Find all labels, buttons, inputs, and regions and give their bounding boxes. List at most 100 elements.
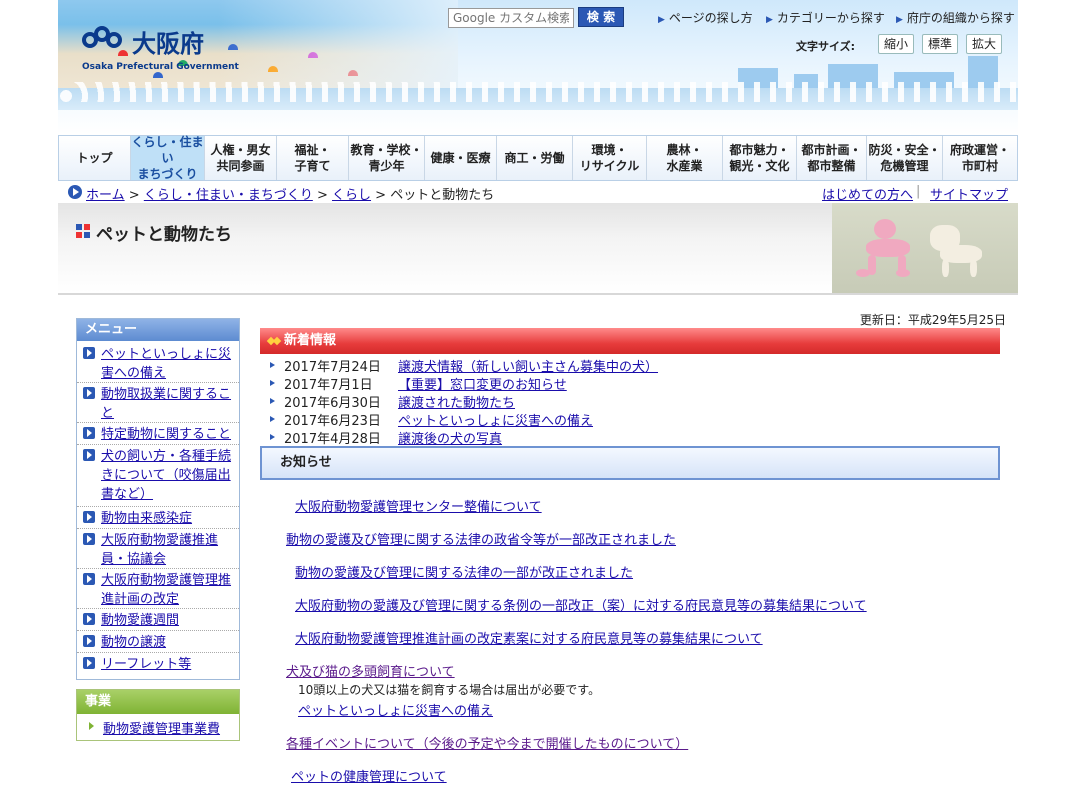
arrow-icon (83, 573, 95, 585)
link-organization[interactable]: ▶ 府庁の組織から探す (896, 9, 1015, 26)
title-squares-icon (76, 224, 90, 238)
notice-link-law-revision[interactable]: 動物の愛護及び管理に関する法律の一部が改正されました (295, 562, 633, 581)
nav-environment[interactable]: 環境・ リサイクル (573, 136, 647, 180)
bullet-icon (270, 398, 275, 404)
notice-link-events[interactable]: 各種イベントについて（今後の予定や今まで開催したものについて） (286, 733, 688, 752)
nav-urban-planning[interactable]: 都市計画・ 都市整備 (797, 136, 867, 180)
bullet-icon (270, 362, 275, 368)
arrow-icon (83, 449, 95, 461)
news-link[interactable]: ペットといっしょに災害への備え (398, 410, 593, 429)
osaka-emblem-icon (82, 26, 130, 54)
triangle-icon (89, 722, 94, 730)
menu-item-adoption[interactable]: 動物の譲渡 (77, 631, 239, 653)
breadcrumb-home[interactable]: ホーム (86, 188, 125, 203)
business-item-link[interactable]: 動物愛護管理事業費 (77, 718, 239, 737)
menu-item-dog-procedures[interactable]: 犬の飼い方・各種手続きについて（咬傷届出書など） (77, 445, 239, 507)
menu-item-leaflets[interactable]: リーフレット等 (77, 653, 239, 677)
font-standard-button[interactable]: 標準 (922, 34, 958, 54)
news-item: 2017年7月24日 譲渡犬情報（新しい飼い主さん募集中の犬） (270, 356, 1000, 375)
news-header: 新着情報 (260, 328, 1000, 354)
breadcrumb-living[interactable]: くらし・住まい・まちづくり (144, 188, 313, 203)
bullet-icon (270, 416, 275, 422)
bullet-icon (270, 380, 275, 386)
menu-item-specific-animals[interactable]: 特定動物に関すること (77, 423, 239, 445)
menu-item-zoonosis[interactable]: 動物由来感染症 (77, 507, 239, 529)
pet-figurines-image (832, 203, 1018, 293)
arrow-icon (83, 657, 95, 669)
font-size-controls: 文字サイズ: 縮小 標準 拡大 (796, 34, 1018, 56)
notice-link-public-comment-plan[interactable]: 大阪府動物愛護管理推進計画の改定素案に対する府民意見等の募集結果について (295, 628, 763, 647)
link-category[interactable]: ▶ カテゴリーから探す (766, 9, 885, 26)
font-larger-button[interactable]: 拡大 (966, 34, 1002, 54)
notice-link-health[interactable]: ペットの健康管理について (291, 766, 447, 785)
news-item: 2017年6月23日 ペットといっしょに災害への備え (270, 410, 1000, 429)
sitemap-link[interactable]: サイトマップ (930, 184, 1008, 203)
bullet-icon (270, 434, 275, 440)
page-title-band: ペットと動物たち (58, 203, 1018, 295)
arrow-icon (83, 613, 95, 625)
menu-item-promoters[interactable]: 大阪府動物愛護推進員・協議会 (77, 529, 239, 569)
logo-subtext: Osaka Prefectural Government (82, 62, 239, 72)
notice-link-public-comment-ordinance[interactable]: 大阪府動物の愛護及び管理に関する条例の一部改正（案）に対する府民意見等の募集結果… (295, 595, 867, 614)
news-link[interactable]: 譲渡された動物たち (398, 392, 515, 411)
nav-living[interactable]: くらし・住まい まちづくり (131, 135, 205, 181)
side-menu-title: メニュー (77, 319, 239, 341)
menu-item-welfare-week[interactable]: 動物愛護週間 (77, 609, 239, 631)
link-page-guide[interactable]: ▶ ページの探し方 (658, 9, 753, 26)
notice-link-ordinance-revision[interactable]: 動物の愛護及び管理に関する法律の政省令等が一部改正されました (286, 529, 676, 548)
news-item: 2017年6月30日 譲渡された動物たち (270, 392, 1000, 411)
page-title: ペットと動物たち (96, 225, 232, 245)
logo-text: 大阪府 (132, 30, 204, 58)
header-banner: 大阪府 Osaka Prefectural Government 検 索 ▶ペー… (58, 0, 1018, 134)
nav-top[interactable]: トップ (59, 136, 131, 180)
arrow-icon (83, 635, 95, 647)
breadcrumb-arrow-icon (68, 185, 82, 199)
arrow-icon: ▶ (658, 15, 665, 25)
notice-link-multi-pet[interactable]: 犬及び猫の多頭飼育について (286, 661, 455, 680)
menu-item-disaster[interactable]: ペットといっしょに災害への備え (77, 343, 239, 383)
arrow-icon (83, 427, 95, 439)
nav-welfare[interactable]: 福祉・ 子育て (277, 136, 349, 180)
nav-disaster[interactable]: 防災・安全・ 危機管理 (867, 136, 943, 180)
search-input[interactable] (448, 8, 574, 28)
diamond-icon (266, 336, 282, 346)
news-item: 2017年7月1日 【重要】窓口変更のお知らせ (270, 374, 1000, 393)
side-menu: メニュー ペットといっしょに災害への備え 動物取扱業に関すること 特定動物に関す… (76, 318, 240, 680)
nav-education[interactable]: 教育・学校・ 青少年 (349, 136, 425, 180)
arrow-icon (83, 511, 95, 523)
nav-human-rights[interactable]: 人権・男女 共同参画 (205, 136, 277, 180)
breadcrumb-current: ペットと動物たち (390, 188, 495, 203)
menu-item-plan-revision[interactable]: 大阪府動物愛護管理推進計画の改定 (77, 569, 239, 609)
breadcrumb: ホーム > くらし・住まい・まちづくり > くらし > ペットと動物たち (68, 184, 628, 203)
menu-item-animal-business[interactable]: 動物取扱業に関すること (77, 383, 239, 423)
news-link[interactable]: 譲渡後の犬の写真 (398, 428, 502, 447)
business-title: 事業 (77, 690, 239, 714)
notice-header: お知らせ (260, 446, 1000, 480)
page: 大阪府 Osaka Prefectural Government 検 索 ▶ペー… (58, 0, 1018, 791)
breadcrumb-kurashi[interactable]: くらし (332, 188, 371, 203)
business-box: 事業 動物愛護管理事業費 (76, 689, 240, 741)
first-time-link[interactable]: はじめての方へ (822, 184, 913, 203)
arrow-icon: ▶ (766, 15, 773, 25)
nav-tourism[interactable]: 都市魅力・ 観光・文化 (723, 136, 797, 180)
updated-date: 更新日：平成29年5月25日 (859, 313, 1006, 327)
arrow-icon (83, 533, 95, 545)
news-link[interactable]: 譲渡犬情報（新しい飼い主さん募集中の犬） (398, 356, 658, 375)
arrow-icon (83, 347, 95, 359)
nav-commerce[interactable]: 商工・労働 (497, 136, 573, 180)
notice-note: 10頭以上の犬又は猫を飼育する場合は届出が必要です。 (298, 683, 601, 697)
search-button[interactable]: 検 索 (578, 7, 624, 27)
nav-agriculture[interactable]: 農林・ 水産業 (647, 136, 723, 180)
nav-health[interactable]: 健康・医療 (425, 136, 497, 180)
arrow-icon: ▶ (896, 15, 903, 25)
font-size-label: 文字サイズ: (796, 40, 856, 53)
global-nav: トップ くらし・住まい まちづくり 人権・男女 共同参画 福祉・ 子育て 教育・学校・… (58, 135, 1018, 181)
font-smaller-button[interactable]: 縮小 (878, 34, 914, 54)
nav-government[interactable]: 府政運営・ 市町村 (943, 136, 1017, 180)
help-links: はじめての方へ | サイトマップ (822, 184, 1009, 203)
notice-link-disaster[interactable]: ペットといっしょに災害への備え (298, 700, 493, 719)
news-link[interactable]: 【重要】窓口変更のお知らせ (398, 374, 567, 393)
top-links: ▶ ページの探し方 ▶ カテゴリーから探す ▶ 府庁の組織から探す (658, 9, 1018, 25)
news-item: 2017年4月28日 譲渡後の犬の写真 (270, 428, 1000, 447)
notice-link-center[interactable]: 大阪府動物愛護管理センター整備について (295, 496, 542, 515)
